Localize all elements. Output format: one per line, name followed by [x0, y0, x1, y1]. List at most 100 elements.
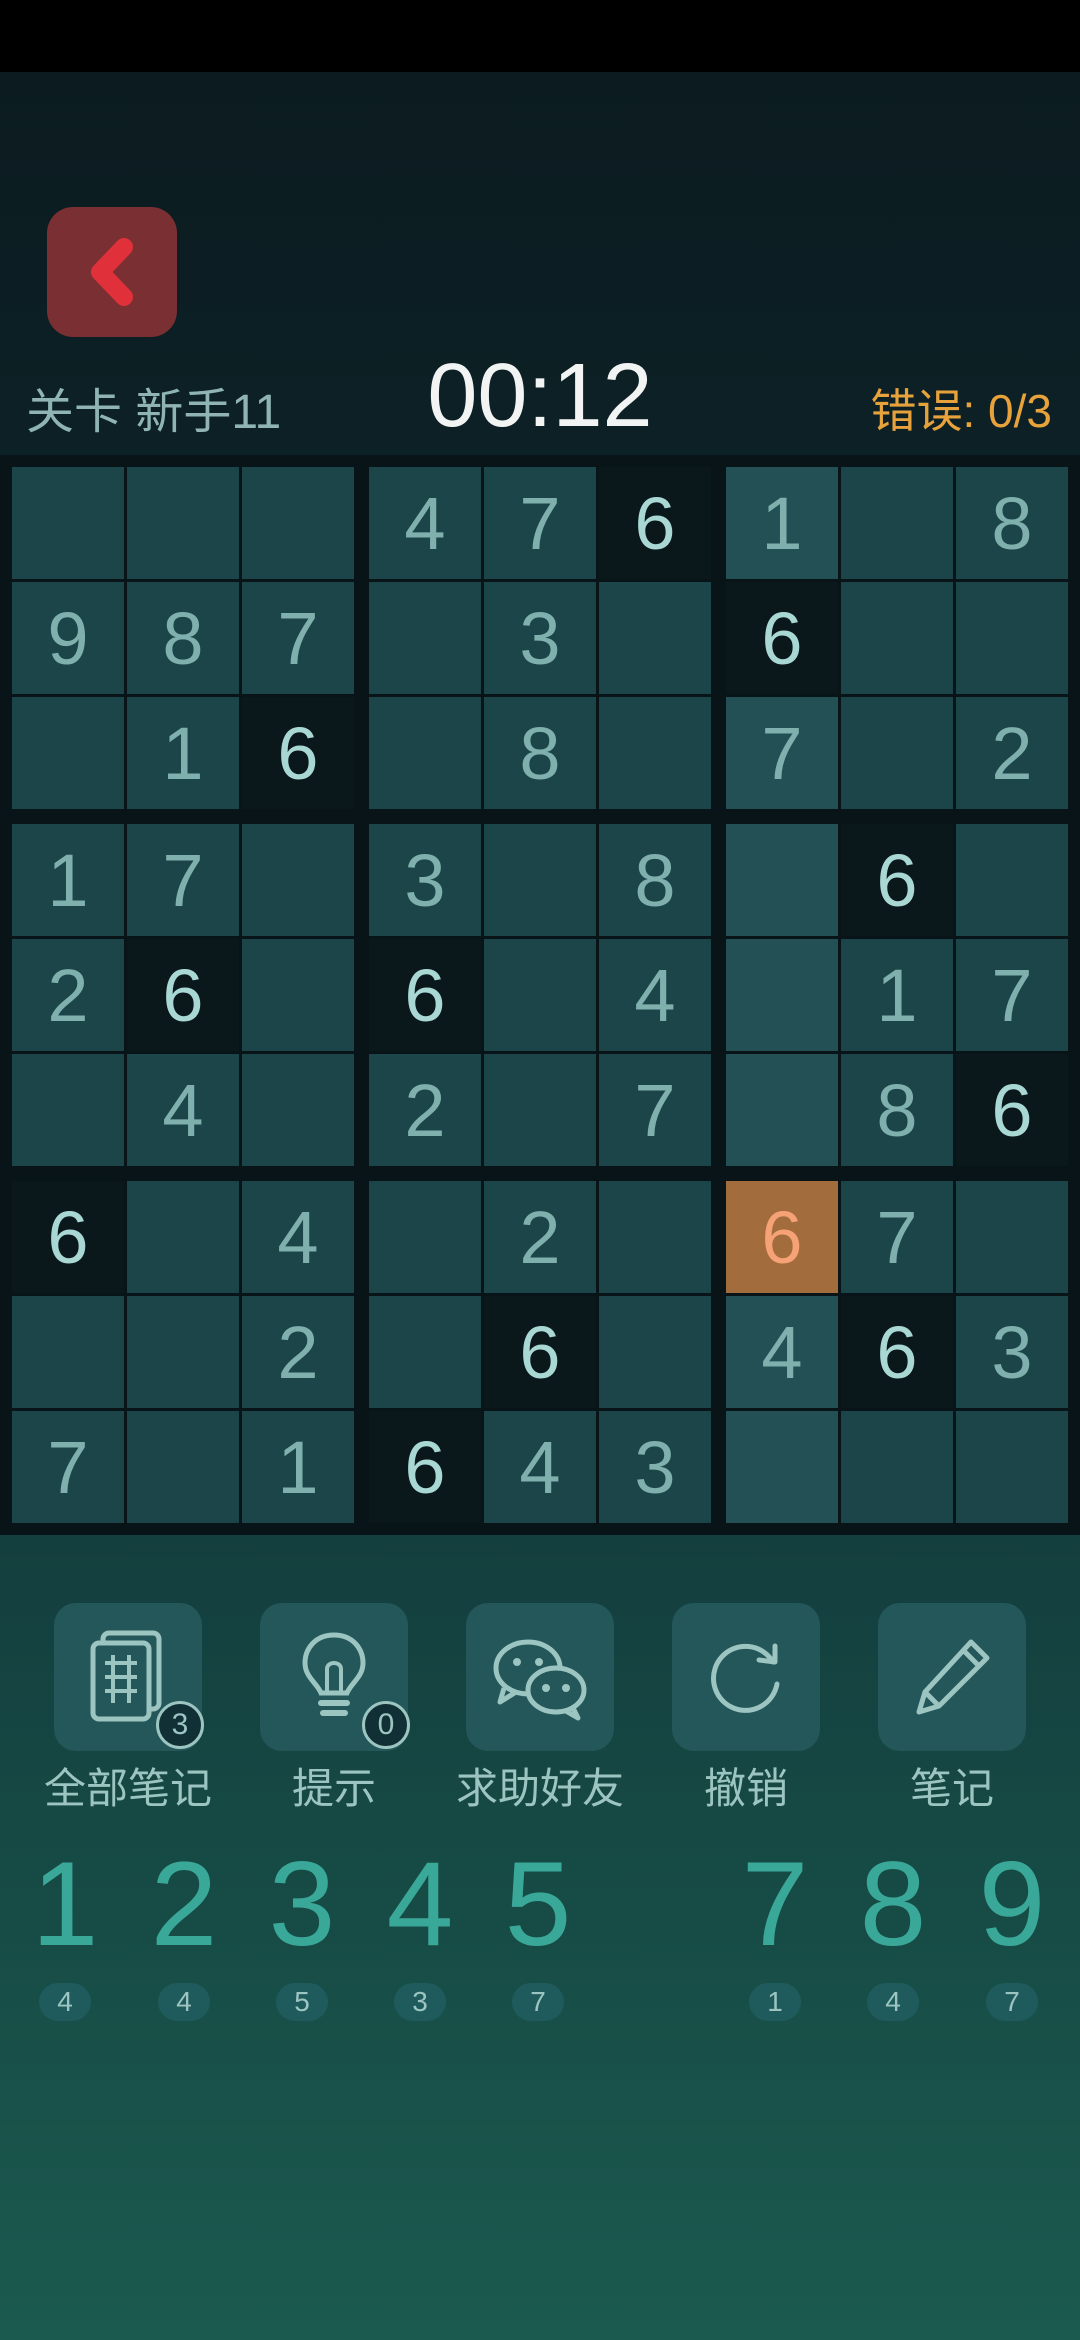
- sudoku-cell[interactable]: [599, 1296, 711, 1408]
- sudoku-cell[interactable]: [726, 1411, 838, 1523]
- sudoku-cell[interactable]: 4: [242, 1181, 354, 1293]
- sudoku-cell[interactable]: [242, 467, 354, 579]
- sudoku-cell[interactable]: [599, 1181, 711, 1293]
- number-key[interactable]: 7: [720, 1835, 830, 1973]
- sudoku-cell[interactable]: [127, 1296, 239, 1408]
- sudoku-cell[interactable]: [956, 1181, 1068, 1293]
- sudoku-cell[interactable]: 4: [599, 939, 711, 1051]
- sudoku-cell[interactable]: 2: [484, 1181, 596, 1293]
- sudoku-cell[interactable]: [127, 467, 239, 579]
- sudoku-cell[interactable]: 6: [599, 467, 711, 579]
- sudoku-cell[interactable]: 1: [127, 697, 239, 809]
- sudoku-cell[interactable]: [369, 582, 481, 694]
- number-key[interactable]: 8: [838, 1835, 948, 1973]
- sudoku-cell[interactable]: [12, 1296, 124, 1408]
- sudoku-cell[interactable]: [127, 1411, 239, 1523]
- sudoku-cell[interactable]: 6: [726, 582, 838, 694]
- sudoku-cell[interactable]: [12, 467, 124, 579]
- sudoku-cell[interactable]: [841, 1411, 953, 1523]
- sudoku-cell[interactable]: 9: [12, 582, 124, 694]
- number-remaining-count: 7: [986, 1983, 1038, 2021]
- sudoku-cell[interactable]: 4: [369, 467, 481, 579]
- sudoku-cell[interactable]: 7: [726, 697, 838, 809]
- status-bar: [0, 0, 1080, 72]
- sudoku-cell[interactable]: [369, 697, 481, 809]
- sudoku-cell[interactable]: [841, 697, 953, 809]
- sudoku-cell[interactable]: 6: [726, 1181, 838, 1293]
- sudoku-cell[interactable]: [484, 1054, 596, 1166]
- sudoku-cell[interactable]: 6: [841, 824, 953, 936]
- sudoku-cell[interactable]: 4: [127, 1054, 239, 1166]
- sudoku-cell[interactable]: [484, 824, 596, 936]
- all-notes-label: 全部笔记: [43, 1765, 212, 1812]
- ask-friend-button[interactable]: [466, 1603, 614, 1751]
- sudoku-cell[interactable]: [12, 697, 124, 809]
- sudoku-cell[interactable]: [726, 939, 838, 1051]
- sudoku-cell[interactable]: 7: [127, 824, 239, 936]
- sudoku-cell[interactable]: [127, 1181, 239, 1293]
- sudoku-cell[interactable]: 1: [242, 1411, 354, 1523]
- hint-button[interactable]: 0: [260, 1603, 410, 1751]
- sudoku-cell[interactable]: 7: [484, 467, 596, 579]
- undo-button[interactable]: [672, 1603, 820, 1751]
- sudoku-cell[interactable]: 1: [726, 467, 838, 579]
- sudoku-cell[interactable]: [726, 1054, 838, 1166]
- sudoku-cell[interactable]: [242, 939, 354, 1051]
- number-key[interactable]: 4: [365, 1835, 475, 1973]
- sudoku-cell[interactable]: 7: [12, 1411, 124, 1523]
- sudoku-cell[interactable]: 8: [484, 697, 596, 809]
- number-remaining-count: 4: [867, 1983, 919, 2021]
- sudoku-cell[interactable]: 3: [484, 582, 596, 694]
- sudoku-cell[interactable]: 4: [484, 1411, 596, 1523]
- sudoku-cell[interactable]: 6: [127, 939, 239, 1051]
- sudoku-cell[interactable]: [369, 1181, 481, 1293]
- number-key[interactable]: 2: [129, 1835, 239, 1973]
- number-key[interactable]: 1: [10, 1835, 120, 1973]
- sudoku-cell[interactable]: 8: [127, 582, 239, 694]
- sudoku-cell[interactable]: 6: [12, 1181, 124, 1293]
- sudoku-cell[interactable]: [726, 824, 838, 936]
- sudoku-cell[interactable]: [599, 697, 711, 809]
- sudoku-cell[interactable]: [484, 939, 596, 1051]
- sudoku-cell[interactable]: 1: [841, 939, 953, 1051]
- sudoku-cell[interactable]: 2: [242, 1296, 354, 1408]
- sudoku-cell[interactable]: 7: [599, 1054, 711, 1166]
- sudoku-cell[interactable]: 6: [484, 1296, 596, 1408]
- sudoku-cell[interactable]: 7: [242, 582, 354, 694]
- sudoku-cell[interactable]: 3: [956, 1296, 1068, 1408]
- sudoku-cell[interactable]: 8: [599, 824, 711, 936]
- sudoku-cell[interactable]: [12, 1054, 124, 1166]
- number-key[interactable]: 3: [247, 1835, 357, 1973]
- sudoku-cell[interactable]: 1: [12, 824, 124, 936]
- sudoku-cell[interactable]: [841, 582, 953, 694]
- number-key[interactable]: 5: [483, 1835, 593, 1973]
- sudoku-cell[interactable]: 2: [12, 939, 124, 1051]
- sudoku-cell[interactable]: 2: [956, 697, 1068, 809]
- sudoku-cell[interactable]: [956, 582, 1068, 694]
- sudoku-cell[interactable]: 6: [841, 1296, 953, 1408]
- sudoku-cell[interactable]: 8: [956, 467, 1068, 579]
- sudoku-cell[interactable]: 8: [841, 1054, 953, 1166]
- sudoku-cell[interactable]: [956, 1411, 1068, 1523]
- sudoku-cell[interactable]: 6: [956, 1054, 1068, 1166]
- back-button[interactable]: [47, 207, 177, 337]
- sudoku-cell[interactable]: 6: [369, 1411, 481, 1523]
- sudoku-cell[interactable]: [369, 1296, 481, 1408]
- sudoku-cell[interactable]: [956, 824, 1068, 936]
- sudoku-cell[interactable]: 2: [369, 1054, 481, 1166]
- sudoku-cell[interactable]: 3: [369, 824, 481, 936]
- number-key[interactable]: 9: [957, 1835, 1067, 1973]
- sudoku-cell[interactable]: 6: [369, 939, 481, 1051]
- sudoku-cell[interactable]: [242, 1054, 354, 1166]
- sudoku-cell[interactable]: 6: [242, 697, 354, 809]
- sudoku-cell[interactable]: [841, 467, 953, 579]
- sudoku-cell[interactable]: 7: [841, 1181, 953, 1293]
- sudoku-cell[interactable]: 3: [599, 1411, 711, 1523]
- sudoku-cell[interactable]: [242, 824, 354, 936]
- sudoku-cell[interactable]: 4: [726, 1296, 838, 1408]
- sudoku-cell[interactable]: [599, 582, 711, 694]
- sudoku-cell[interactable]: 7: [956, 939, 1068, 1051]
- pencil-icon: [916, 1639, 990, 1715]
- pencil-button[interactable]: [878, 1603, 1026, 1751]
- all-notes-button[interactable]: 3: [54, 1603, 204, 1751]
